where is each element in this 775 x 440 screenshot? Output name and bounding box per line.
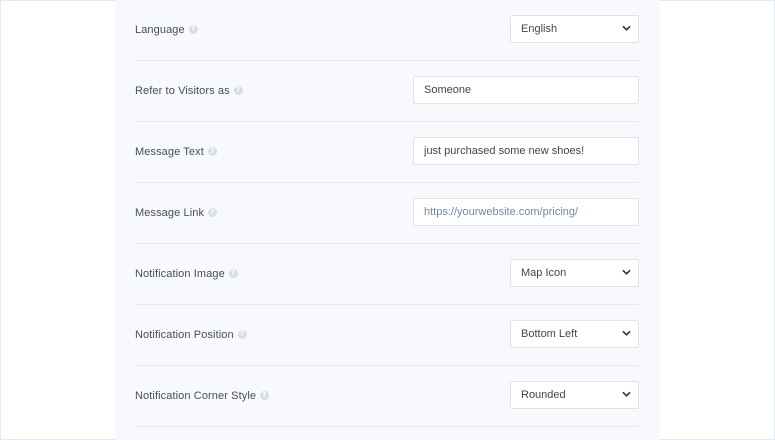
help-icon[interactable]: ?	[233, 85, 243, 95]
refer-visitors-input[interactable]	[413, 76, 639, 104]
select-value: English	[521, 23, 558, 35]
label-text: Notification Position	[135, 329, 234, 341]
select-value: Rounded	[521, 389, 566, 401]
message-text-input[interactable]	[413, 137, 639, 165]
language-select[interactable]: English	[510, 15, 639, 43]
setting-row-notification-corner-style: Notification Corner Style? Rounded	[135, 366, 639, 426]
setting-row-notification-image: Notification Image? Map Icon	[135, 244, 639, 304]
setting-label-message-link: Message Link?	[135, 183, 218, 243]
label-text: Notification Corner Style	[135, 390, 257, 402]
chevron-down-icon	[622, 391, 631, 397]
select-value: Bottom Left	[521, 328, 578, 340]
help-icon[interactable]: ?	[237, 329, 247, 339]
chevron-down-icon	[622, 269, 631, 275]
label-text: Refer to Visitors as	[135, 85, 230, 97]
notification-corner-style-select[interactable]: Rounded	[510, 381, 639, 409]
setting-label-notification-position: Notification Position?	[135, 305, 247, 365]
chevron-down-icon	[622, 25, 631, 31]
select-value: Map Icon	[521, 267, 567, 279]
help-icon[interactable]: ?	[228, 268, 238, 278]
setting-label-message-text: Message Text?	[135, 122, 217, 182]
label-text: Message Text	[135, 146, 204, 158]
setting-label-language: Language?	[135, 0, 198, 60]
help-icon[interactable]: ?	[207, 146, 217, 156]
setting-row-refer-visitors: Refer to Visitors as?	[135, 61, 639, 121]
notification-position-select[interactable]: Bottom Left	[510, 320, 639, 348]
message-link-input[interactable]	[413, 198, 639, 226]
setting-label-notification-corner-style: Notification Corner Style?	[135, 366, 270, 426]
setting-label-notification-image: Notification Image?	[135, 244, 238, 304]
setting-label-refer-visitors: Refer to Visitors as?	[135, 61, 243, 121]
help-icon[interactable]: ?	[260, 390, 270, 400]
label-text: Language	[135, 24, 185, 36]
setting-row-message-link: Message Link?	[135, 183, 639, 243]
label-text: Notification Image	[135, 268, 225, 280]
help-icon[interactable]: ?	[188, 24, 198, 34]
setting-row-message-text: Message Text?	[135, 122, 639, 182]
setting-row-language: Language? English	[135, 0, 639, 60]
help-icon[interactable]: ?	[208, 207, 218, 217]
label-text: Message Link	[135, 207, 205, 219]
chevron-down-icon	[622, 330, 631, 336]
row-divider	[135, 426, 639, 427]
setting-row-notification-position: Notification Position? Bottom Left	[135, 305, 639, 365]
notification-image-select[interactable]: Map Icon	[510, 259, 639, 287]
